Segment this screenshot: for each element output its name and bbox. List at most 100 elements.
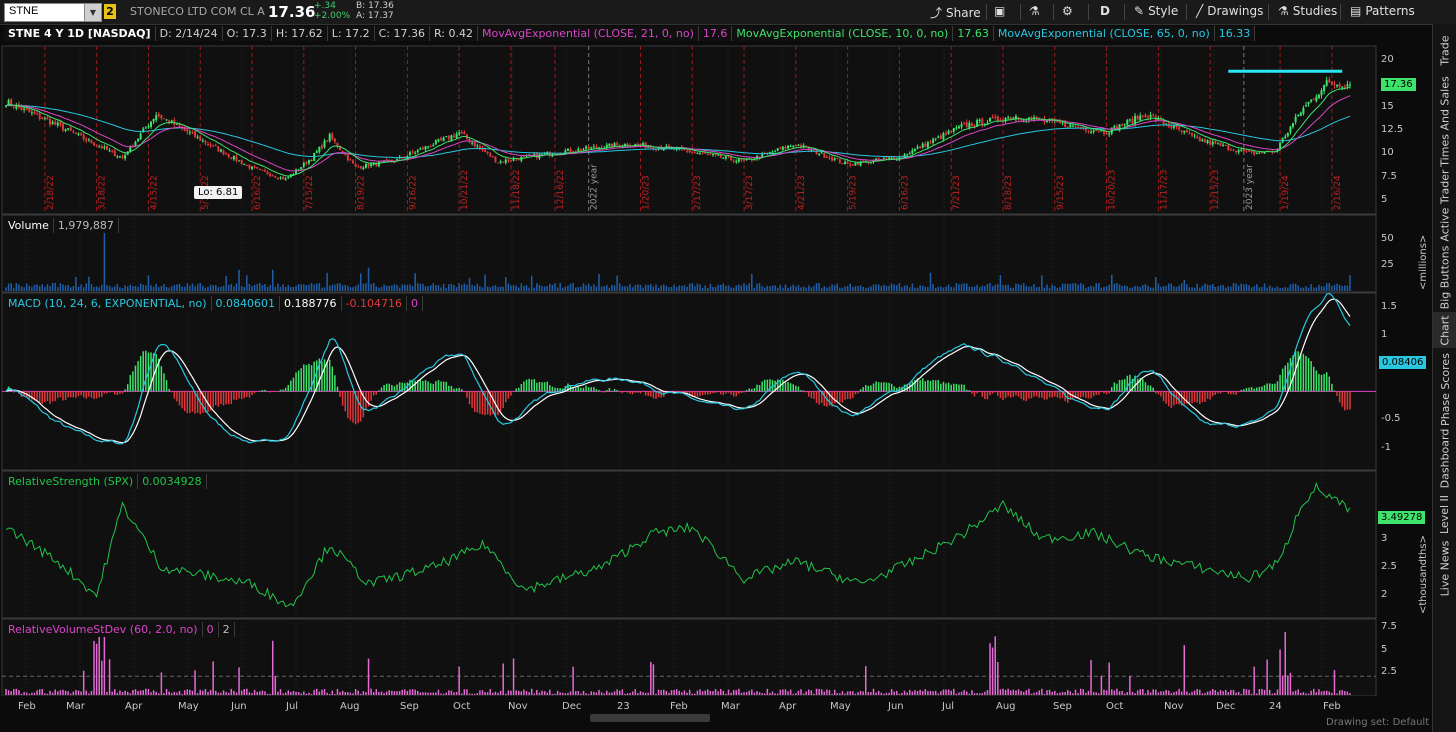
ohlc-low: L: 17.2 [327,26,375,41]
candle-body [116,156,119,158]
candle-body [12,106,15,108]
macd-axis-label: 1.5 [1381,301,1397,313]
candle-body [955,127,958,129]
settings-button[interactable]: ⚙ [1062,4,1073,18]
candle-body [266,171,269,175]
candle-body [789,146,792,148]
date-marker-label: 2/18/22 [46,175,56,210]
side-tab-phase-scores[interactable]: Phase Scores [1433,352,1456,426]
side-tab-level-ii[interactable]: Level II [1433,490,1456,538]
candle-body [315,151,318,153]
candle-body [838,159,841,163]
candle-body [854,162,857,166]
symbol-dropdown-icon[interactable]: ▼ [84,4,101,21]
studies-button[interactable]: ⚗ Studies [1278,4,1337,18]
rvs-axis-label: 2.5 [1381,665,1397,677]
candle-body [1289,126,1292,133]
candle-body [352,160,355,164]
month-label: May [178,701,199,712]
ma1-value: 17.6 [698,26,733,41]
pane-frame-rs [1,470,1377,619]
candle-body [1232,149,1235,151]
patterns-icon: ▤ [1350,4,1362,18]
candle-body [269,173,272,177]
candle-body [582,149,585,151]
date-marker-label: 3/18/22 [98,175,108,210]
candle-body [93,142,96,146]
candle-body [349,159,352,161]
candle-body [711,154,714,156]
ma2-label[interactable]: MovAvgExponential (CLOSE, 10, 0, no) [732,26,954,41]
flask-button[interactable]: ⚗ [1029,4,1040,18]
rs-title[interactable]: RelativeStrength (SPX) [4,474,139,489]
candle-body [616,143,619,146]
volume-value: 1,979,887 [53,218,119,233]
candle-body [471,142,474,144]
divider [1340,4,1341,20]
candle-body [1307,101,1310,105]
share-button[interactable]: ⤴ Share [930,4,981,21]
symbol-input[interactable]: STNE ▼ [4,3,102,22]
side-tab-active-trader[interactable]: Active Trader [1433,168,1456,242]
side-tab-chart[interactable]: Chart [1433,312,1456,348]
drawings-button[interactable]: ╱ Drawings [1196,4,1263,18]
pane-frame-vol [1,214,1377,293]
macd-pane-header: MACD (10, 24, 6, EXPONENTIAL, no) 0.0840… [4,296,423,311]
candle-body [844,161,847,165]
side-tab-trade[interactable]: Trade [1433,26,1456,74]
candle-body [846,161,849,164]
candle-body [134,141,137,146]
side-tab-label: Big Buttons [1438,245,1452,309]
candle-body [103,146,106,148]
candle-body [1201,139,1204,142]
candle-body [991,116,994,118]
side-tab-dashboard[interactable]: Dashboard [1433,428,1456,488]
last-price: 17.36 [268,3,316,21]
candle-body [636,144,639,146]
volume-title[interactable]: Volume [4,218,54,233]
candle-body [815,149,818,155]
candle-body [932,139,935,143]
candle-body [849,164,852,166]
period-button[interactable]: D [1100,4,1110,18]
candle-body [300,167,303,170]
monitor-button[interactable]: ▣ [994,4,1005,18]
side-tab-times-and-sales[interactable]: Times And Sales [1433,76,1456,166]
ma3-label[interactable]: MovAvgExponential (CLOSE, 65, 0, no) [993,26,1215,41]
candle-body [719,155,722,158]
candle-body [950,130,953,133]
rvs-title[interactable]: RelativeVolumeStDev (60, 2.0, no) [4,622,203,637]
volume-axis-label: 50 [1381,233,1394,245]
candle-body [688,149,691,153]
candle-body [1346,84,1349,87]
candle-body [188,132,191,134]
candle-body [981,118,984,125]
patterns-button[interactable]: ▤ Patterns [1350,4,1415,18]
macd-title[interactable]: MACD (10, 24, 6, EXPONENTIAL, no) [4,296,212,311]
candle-body [569,148,572,153]
candle-body [1090,131,1093,133]
price-pane-header: STNE 4 Y 1D [NASDAQ] D: 2/14/24 O: 17.3 … [4,26,1256,41]
candle-body [463,132,466,135]
candle-body [199,136,202,141]
candle-body [478,145,481,149]
candle-body [118,156,121,158]
link-group-badge[interactable]: 2 [104,4,116,19]
candle-body [885,157,888,159]
candle-body [235,156,238,161]
candle-body [455,133,458,139]
candle-body [214,145,217,147]
candle-body [735,160,738,162]
candle-body [743,159,746,161]
month-label: Jun [231,701,247,712]
company-name: STONECO LTD COM CL A [130,5,265,18]
side-tab-live-news[interactable]: Live News [1433,540,1456,596]
price-axis-label: 7.5 [1381,170,1397,182]
ma1-label[interactable]: MovAvgExponential (CLOSE, 21, 0, no) [477,26,699,41]
candle-body [432,144,435,147]
divider [1088,4,1089,20]
style-button[interactable]: ✎ Style [1134,4,1178,18]
candle-body [709,153,712,155]
candle-body [310,160,313,162]
side-tab-big-buttons[interactable]: Big Buttons [1433,245,1456,309]
